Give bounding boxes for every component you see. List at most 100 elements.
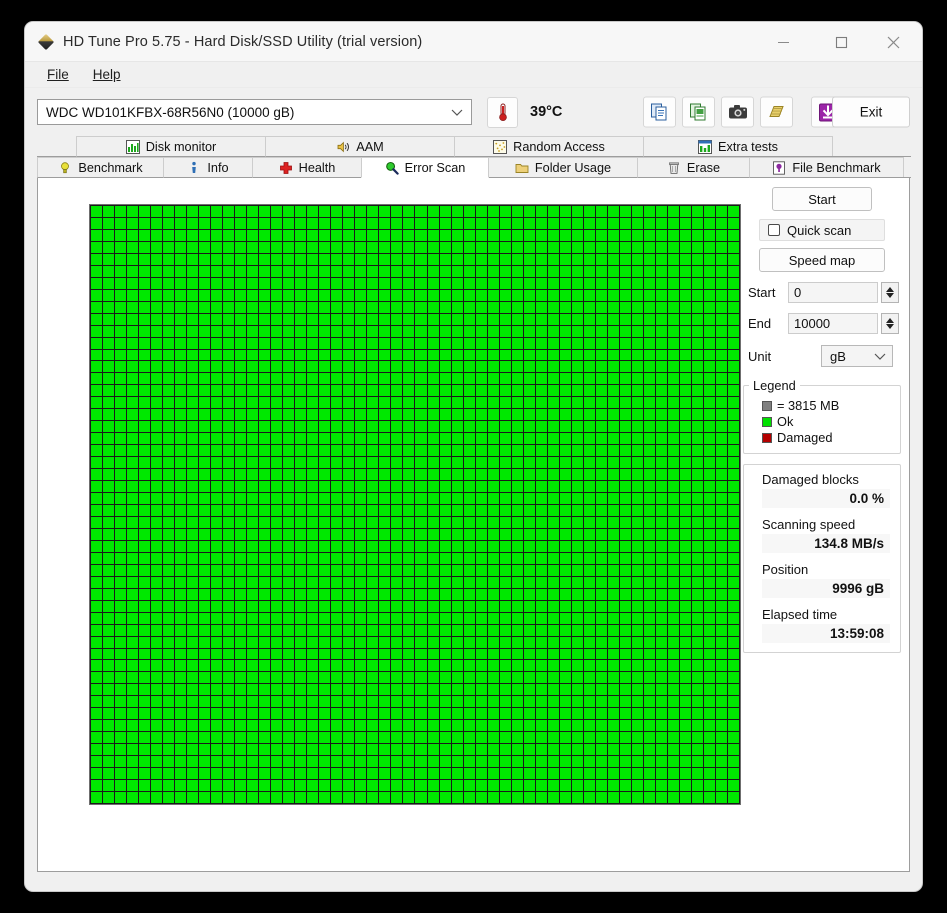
- folder-gold-icon[interactable]: [760, 96, 793, 128]
- block-cell: [391, 253, 403, 265]
- block-cell: [607, 744, 619, 756]
- block-cell: [199, 397, 211, 409]
- drive-select[interactable]: WDC WD101KFBX-68R56N0 (10000 gB): [37, 99, 472, 125]
- tab-file-benchmark[interactable]: File Benchmark: [749, 157, 904, 178]
- tab-extra-tests[interactable]: Extra tests: [643, 136, 833, 157]
- block-cell: [523, 552, 535, 564]
- block-cell: [187, 433, 199, 445]
- block-cell: [691, 445, 703, 457]
- block-cell: [667, 241, 679, 253]
- menu-help[interactable]: Help: [81, 65, 133, 84]
- tab-random-access[interactable]: Random Access: [454, 136, 644, 157]
- tab-info[interactable]: Info: [163, 157, 253, 178]
- tab-row-top-spacer-right: [832, 136, 911, 157]
- block-cell: [391, 421, 403, 433]
- copy-text-icon[interactable]: [643, 96, 676, 128]
- quick-scan-checkbox[interactable]: Quick scan: [759, 219, 885, 241]
- block-cell: [211, 576, 223, 588]
- block-cell: [379, 780, 391, 792]
- block-cell: [655, 493, 667, 504]
- block-cell: [343, 409, 355, 421]
- block-cell: [319, 289, 331, 301]
- speed-map-button[interactable]: Speed map: [759, 248, 885, 272]
- maximize-button[interactable]: [818, 22, 864, 62]
- block-cell: [523, 600, 535, 612]
- close-button[interactable]: [870, 22, 916, 62]
- block-cell: [619, 277, 631, 289]
- tab-erase[interactable]: Erase: [637, 157, 750, 178]
- block-cell: [295, 708, 307, 720]
- block-cell: [691, 217, 703, 229]
- block-cell: [523, 409, 535, 421]
- block-cell: [367, 349, 379, 361]
- block-cell: [379, 744, 391, 756]
- block-cell: [151, 337, 163, 349]
- block-cell: [595, 528, 607, 540]
- block-cell: [175, 409, 187, 421]
- block-cell: [547, 792, 559, 803]
- block-cell: [631, 217, 643, 229]
- block-cell: [607, 253, 619, 265]
- menu-file[interactable]: File: [35, 65, 81, 84]
- block-cell: [175, 457, 187, 469]
- block-cell: [139, 337, 151, 349]
- block-cell: [583, 768, 595, 780]
- block-cell: [151, 588, 163, 600]
- tab-error-scan[interactable]: Error Scan: [361, 157, 489, 178]
- block-cell: [295, 385, 307, 397]
- block-cell: [331, 433, 343, 445]
- block-cell: [643, 457, 655, 469]
- block-cell: [403, 217, 415, 229]
- start-button[interactable]: Start: [772, 187, 872, 211]
- block-cell: [379, 576, 391, 588]
- block-cell: [679, 612, 691, 624]
- unit-select[interactable]: gB: [821, 345, 893, 367]
- block-cell: [451, 660, 463, 672]
- start-stepper[interactable]: [881, 282, 899, 303]
- tab-folder-usage[interactable]: Folder Usage: [488, 157, 638, 178]
- block-cell: [403, 768, 415, 780]
- block-cell: [427, 684, 439, 696]
- block-cell: [271, 445, 283, 457]
- block-cell: [223, 481, 235, 493]
- block-cell: [451, 421, 463, 433]
- end-input[interactable]: 10000: [788, 313, 878, 334]
- block-cell: [115, 433, 127, 445]
- block-cell: [235, 457, 247, 469]
- block-cell: [403, 325, 415, 337]
- block-cell: [703, 457, 715, 469]
- block-cell: [283, 672, 295, 684]
- block-cell: [511, 516, 523, 528]
- block-cell: [223, 457, 235, 469]
- screenshot-camera-icon[interactable]: [721, 96, 754, 128]
- block-cell: [91, 672, 103, 684]
- end-stepper[interactable]: [881, 313, 899, 334]
- tab-aam[interactable]: AAM: [265, 136, 455, 157]
- exit-button[interactable]: Exit: [832, 96, 910, 128]
- tab-disk-monitor[interactable]: Disk monitor: [76, 136, 266, 157]
- block-cell: [139, 516, 151, 528]
- block-cell: [127, 528, 139, 540]
- block-cell: [715, 457, 727, 469]
- block-cell: [295, 660, 307, 672]
- copy-image-icon[interactable]: [682, 96, 715, 128]
- tab-health[interactable]: Health: [252, 157, 362, 178]
- tab-benchmark[interactable]: Benchmark: [37, 157, 164, 178]
- block-cell: [523, 720, 535, 732]
- start-input[interactable]: 0: [788, 282, 878, 303]
- block-cell: [271, 361, 283, 373]
- block-cell: [511, 540, 523, 552]
- block-cell: [535, 397, 547, 409]
- block-cell: [283, 780, 295, 792]
- minimize-button[interactable]: [760, 22, 806, 62]
- block-cell: [259, 493, 271, 504]
- block-cell: [151, 301, 163, 313]
- block-cell: [595, 337, 607, 349]
- block-cell: [727, 708, 739, 720]
- block-cell: [523, 206, 535, 217]
- block-map[interactable]: [89, 204, 741, 805]
- block-cell: [211, 325, 223, 337]
- quick-scan-checkbox-box[interactable]: [768, 224, 780, 236]
- block-cell: [631, 576, 643, 588]
- block-cell: [187, 516, 199, 528]
